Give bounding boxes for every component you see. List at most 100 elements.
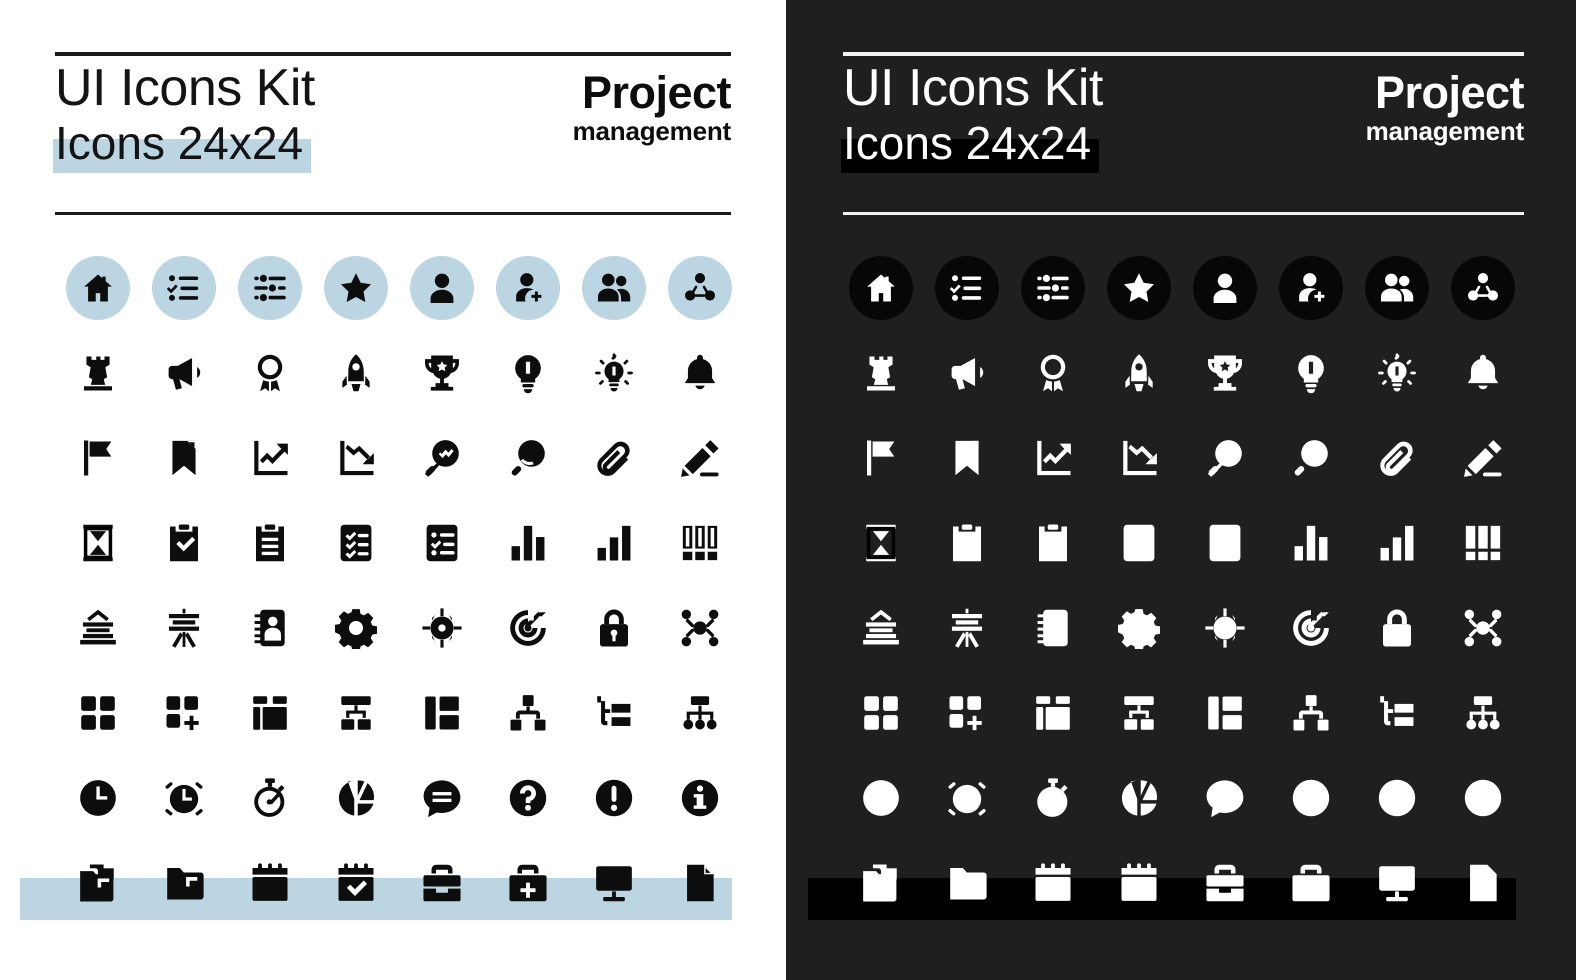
icon-cell-pie-chart[interactable]: [1096, 755, 1182, 840]
icon-cell-users-group[interactable]: [1354, 245, 1440, 330]
icon-cell-search[interactable]: [1268, 415, 1354, 500]
icon-chip[interactable]: [410, 255, 474, 320]
icon-chip[interactable]: [1021, 255, 1085, 320]
icon-chip[interactable]: [238, 255, 302, 320]
icon-cell-clipboard-lines[interactable]: [1010, 500, 1096, 585]
icon-cell-chart-trend-down[interactable]: [313, 415, 399, 500]
icon-cell-info[interactable]: [657, 755, 743, 840]
icon-cell-lightbulb-rays[interactable]: [1354, 330, 1440, 415]
icon-cell-grid-layout[interactable]: [55, 670, 141, 755]
icon-cell-exclamation-mark[interactable]: [1354, 755, 1440, 840]
icon-cell-folder-documents[interactable]: [838, 840, 924, 925]
icon-chip[interactable]: [1451, 255, 1515, 320]
icon-cell-briefcase-add[interactable]: [485, 840, 571, 925]
icon-chip[interactable]: [152, 255, 216, 320]
icon-cell-user[interactable]: [399, 245, 485, 330]
icon-cell-info[interactable]: [1440, 755, 1526, 840]
icon-cell-chart-trend-up[interactable]: [1010, 415, 1096, 500]
icon-cell-pencil-edit[interactable]: [1440, 415, 1526, 500]
icon-cell-clock[interactable]: [838, 755, 924, 840]
icon-cell-briefcase-add[interactable]: [1268, 840, 1354, 925]
icon-cell-tree-branch[interactable]: [571, 670, 657, 755]
icon-cell-chess-rook[interactable]: [55, 330, 141, 415]
icon-cell-sitemap[interactable]: [657, 670, 743, 755]
icon-cell-calendar-check[interactable]: [1096, 840, 1182, 925]
icon-cell-flipchart-easel[interactable]: [141, 585, 227, 670]
icon-cell-network-share[interactable]: [1440, 245, 1526, 330]
icon-cell-target-dart[interactable]: [1268, 585, 1354, 670]
icon-cell-tree-branch[interactable]: [1354, 670, 1440, 755]
icon-cell-hierarchy[interactable]: [485, 670, 571, 755]
icon-cell-megaphone[interactable]: [141, 330, 227, 415]
icon-cell-contact-card[interactable]: [1010, 585, 1096, 670]
icon-cell-layout-panels[interactable]: [1010, 670, 1096, 755]
icon-cell-target-dart[interactable]: [485, 585, 571, 670]
icon-chip[interactable]: [1279, 255, 1343, 320]
icon-cell-clock[interactable]: [55, 755, 141, 840]
icon-cell-kanban-columns[interactable]: [1440, 500, 1526, 585]
icon-cell-search[interactable]: [485, 415, 571, 500]
icon-chip[interactable]: [935, 255, 999, 320]
icon-cell-lock[interactable]: [571, 585, 657, 670]
icon-cell-grid-add[interactable]: [141, 670, 227, 755]
icon-cell-layout-sidebar[interactable]: [1182, 670, 1268, 755]
icon-cell-home[interactable]: [838, 245, 924, 330]
icon-cell-question-mark[interactable]: [1268, 755, 1354, 840]
icon-cell-hourglass[interactable]: [55, 500, 141, 585]
icon-chip[interactable]: [324, 255, 388, 320]
icon-cell-sliders-filter[interactable]: [227, 245, 313, 330]
icon-cell-user-add[interactable]: [485, 245, 571, 330]
icon-cell-org-chart[interactable]: [1096, 670, 1182, 755]
icon-cell-task-list[interactable]: [1182, 500, 1268, 585]
icon-cell-kanban-columns[interactable]: [657, 500, 743, 585]
icon-cell-org-chart[interactable]: [313, 670, 399, 755]
icon-cell-lock[interactable]: [1354, 585, 1440, 670]
icon-chip[interactable]: [1365, 255, 1429, 320]
icon-cell-stopwatch[interactable]: [227, 755, 313, 840]
icon-cell-folder-documents[interactable]: [55, 840, 141, 925]
icon-chip[interactable]: [1193, 255, 1257, 320]
icon-cell-calendar[interactable]: [227, 840, 313, 925]
icon-cell-lightbulb[interactable]: [485, 330, 571, 415]
icon-cell-monitor[interactable]: [1354, 840, 1440, 925]
icon-cell-exclamation-mark[interactable]: [571, 755, 657, 840]
icon-cell-layout-panels[interactable]: [227, 670, 313, 755]
icon-cell-calendar-check[interactable]: [313, 840, 399, 925]
icon-cell-award-medal[interactable]: [1010, 330, 1096, 415]
icon-cell-chat-message[interactable]: [1182, 755, 1268, 840]
icon-cell-hourglass[interactable]: [838, 500, 924, 585]
icon-cell-pie-chart[interactable]: [313, 755, 399, 840]
icon-chip[interactable]: [668, 255, 732, 320]
icon-chip[interactable]: [849, 255, 913, 320]
icon-cell-bookmark[interactable]: [924, 415, 1010, 500]
icon-cell-flag[interactable]: [55, 415, 141, 500]
icon-cell-bell[interactable]: [1440, 330, 1526, 415]
icon-chip[interactable]: [496, 255, 560, 320]
icon-cell-bookmark[interactable]: [141, 415, 227, 500]
icon-cell-alarm-clock[interactable]: [141, 755, 227, 840]
icon-cell-chart-trend-down[interactable]: [1096, 415, 1182, 500]
icon-cell-search-analytics[interactable]: [1182, 415, 1268, 500]
icon-cell-briefcase[interactable]: [399, 840, 485, 925]
icon-cell-stopwatch[interactable]: [1010, 755, 1096, 840]
icon-cell-gear-settings[interactable]: [1096, 585, 1182, 670]
icon-cell-user-add[interactable]: [1268, 245, 1354, 330]
icon-cell-gear-settings[interactable]: [313, 585, 399, 670]
icon-cell-contact-card[interactable]: [227, 585, 313, 670]
icon-cell-calendar[interactable]: [1010, 840, 1096, 925]
icon-cell-chat-message[interactable]: [399, 755, 485, 840]
icon-cell-rocket[interactable]: [313, 330, 399, 415]
icon-cell-folder[interactable]: [141, 840, 227, 925]
icon-cell-nodes-network[interactable]: [657, 585, 743, 670]
icon-cell-user[interactable]: [1182, 245, 1268, 330]
icon-cell-checklist[interactable]: [924, 245, 1010, 330]
icon-cell-paperclip[interactable]: [1354, 415, 1440, 500]
icon-cell-bar-chart[interactable]: [1268, 500, 1354, 585]
icon-cell-network-share[interactable]: [657, 245, 743, 330]
icon-cell-checklist[interactable]: [141, 245, 227, 330]
icon-cell-paperclip[interactable]: [571, 415, 657, 500]
icon-cell-flipchart-easel[interactable]: [924, 585, 1010, 670]
icon-cell-folder[interactable]: [924, 840, 1010, 925]
icon-cell-bar-chart-ascending[interactable]: [1354, 500, 1440, 585]
icon-cell-home[interactable]: [55, 245, 141, 330]
